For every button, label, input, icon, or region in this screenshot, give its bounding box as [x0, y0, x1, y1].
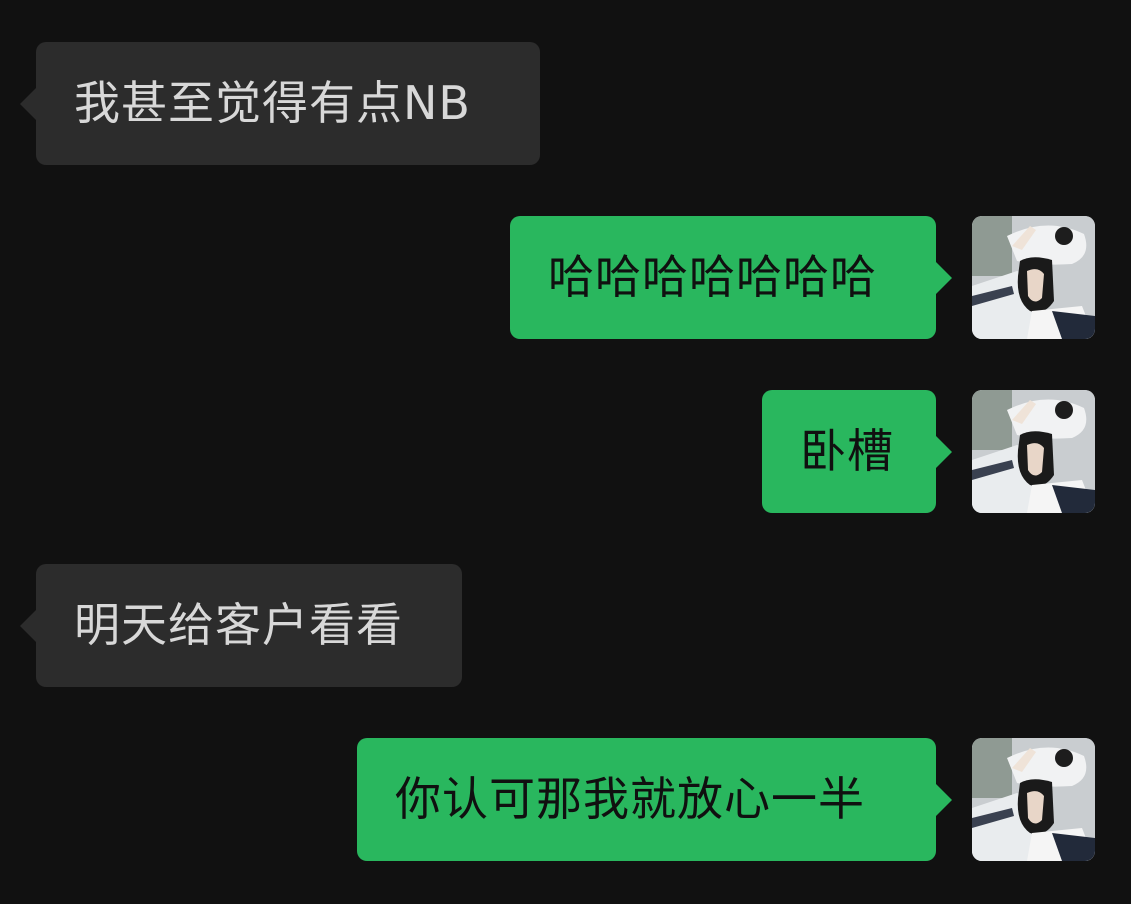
message-text: 卧槽 — [800, 424, 894, 478]
user-avatar[interactable] — [972, 390, 1095, 513]
outgoing-message-bubble[interactable]: 你认可那我就放心一半 — [357, 738, 952, 861]
outgoing-message-bubble[interactable]: 哈哈哈哈哈哈哈 — [510, 216, 952, 339]
bubble-tail — [20, 87, 36, 120]
incoming-message-bubble[interactable]: 明天给客户看看 — [20, 564, 462, 687]
chat-message-list: 我甚至觉得有点NB 哈哈哈哈哈哈哈 卧槽 明天给客户看看 你认可那我就放心一半 — [0, 0, 1131, 904]
user-avatar[interactable] — [972, 216, 1095, 339]
message-text: 你认可那我就放心一半 — [395, 772, 865, 826]
message-text: 明天给客户看看 — [74, 598, 403, 652]
bubble-tail — [936, 435, 952, 468]
bubble-tail — [936, 783, 952, 816]
incoming-message-bubble[interactable]: 我甚至觉得有点NB — [20, 42, 540, 165]
bubble-tail — [20, 609, 36, 642]
user-avatar-photo-icon — [972, 738, 1095, 861]
user-avatar-photo-icon — [972, 390, 1095, 513]
bubble-tail — [936, 261, 952, 294]
user-avatar-photo-icon — [972, 216, 1095, 339]
message-text: 哈哈哈哈哈哈哈 — [548, 250, 877, 304]
message-text: 我甚至觉得有点NB — [74, 76, 471, 130]
user-avatar[interactable] — [972, 738, 1095, 861]
outgoing-message-bubble[interactable]: 卧槽 — [762, 390, 952, 513]
